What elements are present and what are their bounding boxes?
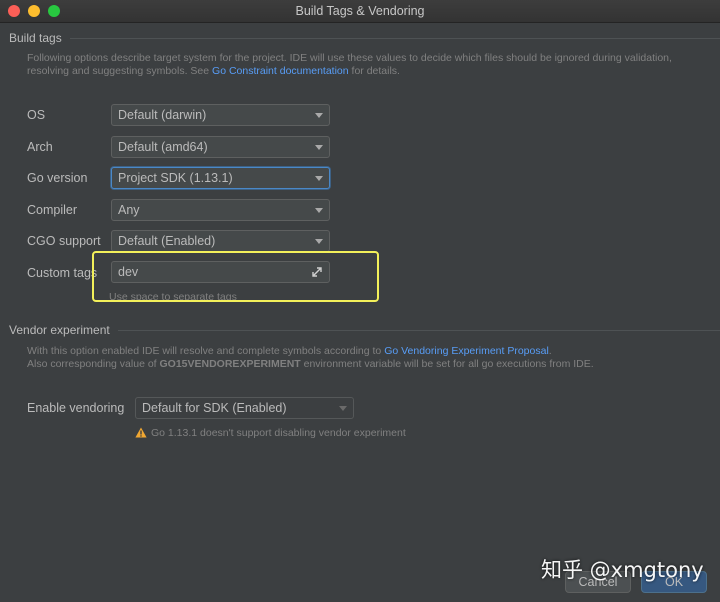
build-tags-section-title: Build tags: [9, 31, 62, 45]
build-tags-dialog: Build Tags & Vendoring Build tags Follow…: [0, 0, 720, 602]
chevron-down-icon: [339, 406, 347, 411]
go-constraint-documentation-link[interactable]: Go Constraint documentation: [212, 65, 349, 77]
enable-vendoring-label: Enable vendoring: [27, 401, 125, 415]
go-version-label: Go version: [27, 171, 88, 185]
annotation-highlight-box: [92, 251, 379, 302]
compiler-select[interactable]: Any: [111, 199, 330, 221]
vendor-description-line1: With this option enabled IDE will resolv…: [27, 345, 552, 358]
go-version-select-value: Project SDK (1.13.1): [118, 171, 233, 185]
os-select[interactable]: Default (darwin): [111, 104, 330, 126]
description-text: With this option enabled IDE will resolv…: [27, 345, 385, 357]
warning-icon: [135, 427, 147, 438]
arch-select-value: Default (amd64): [118, 140, 208, 154]
go-vendoring-proposal-link[interactable]: Go Vendoring Experiment Proposal: [384, 345, 549, 357]
description-text: environment variable will be set for all…: [300, 358, 594, 370]
description-text: resolving and suggesting symbols. See: [27, 65, 213, 77]
warning-text: Go 1.13.1 doesn't support disabling vend…: [151, 427, 406, 439]
os-select-value: Default (darwin): [118, 108, 207, 122]
watermark-text: 知乎 @xmgtony: [541, 558, 704, 582]
chevron-down-icon: [315, 239, 323, 244]
compiler-select-value: Any: [118, 203, 140, 217]
vendor-section-title: Vendor experiment: [9, 323, 110, 337]
window-title: Build Tags & Vendoring: [295, 4, 425, 18]
title-bar: Build Tags & Vendoring: [0, 0, 720, 23]
os-label: OS: [27, 108, 46, 122]
arch-select[interactable]: Default (amd64): [111, 136, 330, 158]
description-text: Also corresponding value of: [27, 358, 160, 370]
custom-tags-label: Custom tags: [27, 266, 98, 280]
chevron-down-icon: [315, 145, 323, 150]
cgo-support-select-value: Default (Enabled): [118, 234, 216, 248]
arch-label: Arch: [27, 140, 53, 154]
cgo-support-label: CGO support: [27, 234, 101, 248]
description-text: .: [548, 345, 552, 357]
chevron-down-icon: [315, 113, 323, 118]
enable-vendoring-select[interactable]: Default for SDK (Enabled): [135, 397, 354, 419]
compiler-label: Compiler: [27, 203, 78, 217]
vendor-description-line2: Also corresponding value of GO15VENDOREX…: [27, 358, 594, 371]
build-tags-divider: [70, 38, 720, 39]
vendor-divider: [118, 330, 720, 331]
enable-vendoring-value: Default for SDK (Enabled): [142, 401, 287, 415]
chevron-down-icon: [315, 176, 323, 181]
env-variable-name: GO15VENDOREXPERIMENT: [159, 358, 301, 370]
chevron-down-icon: [315, 208, 323, 213]
cgo-support-select[interactable]: Default (Enabled): [111, 230, 330, 252]
go-version-select[interactable]: Project SDK (1.13.1): [111, 167, 330, 189]
build-tags-description-line1: Following options describe target system…: [27, 52, 672, 64]
description-text: for details.: [348, 65, 400, 77]
vendor-warning: Go 1.13.1 doesn't support disabling vend…: [135, 427, 406, 439]
build-tags-description-line2: resolving and suggesting symbols. See Go…: [27, 65, 400, 78]
